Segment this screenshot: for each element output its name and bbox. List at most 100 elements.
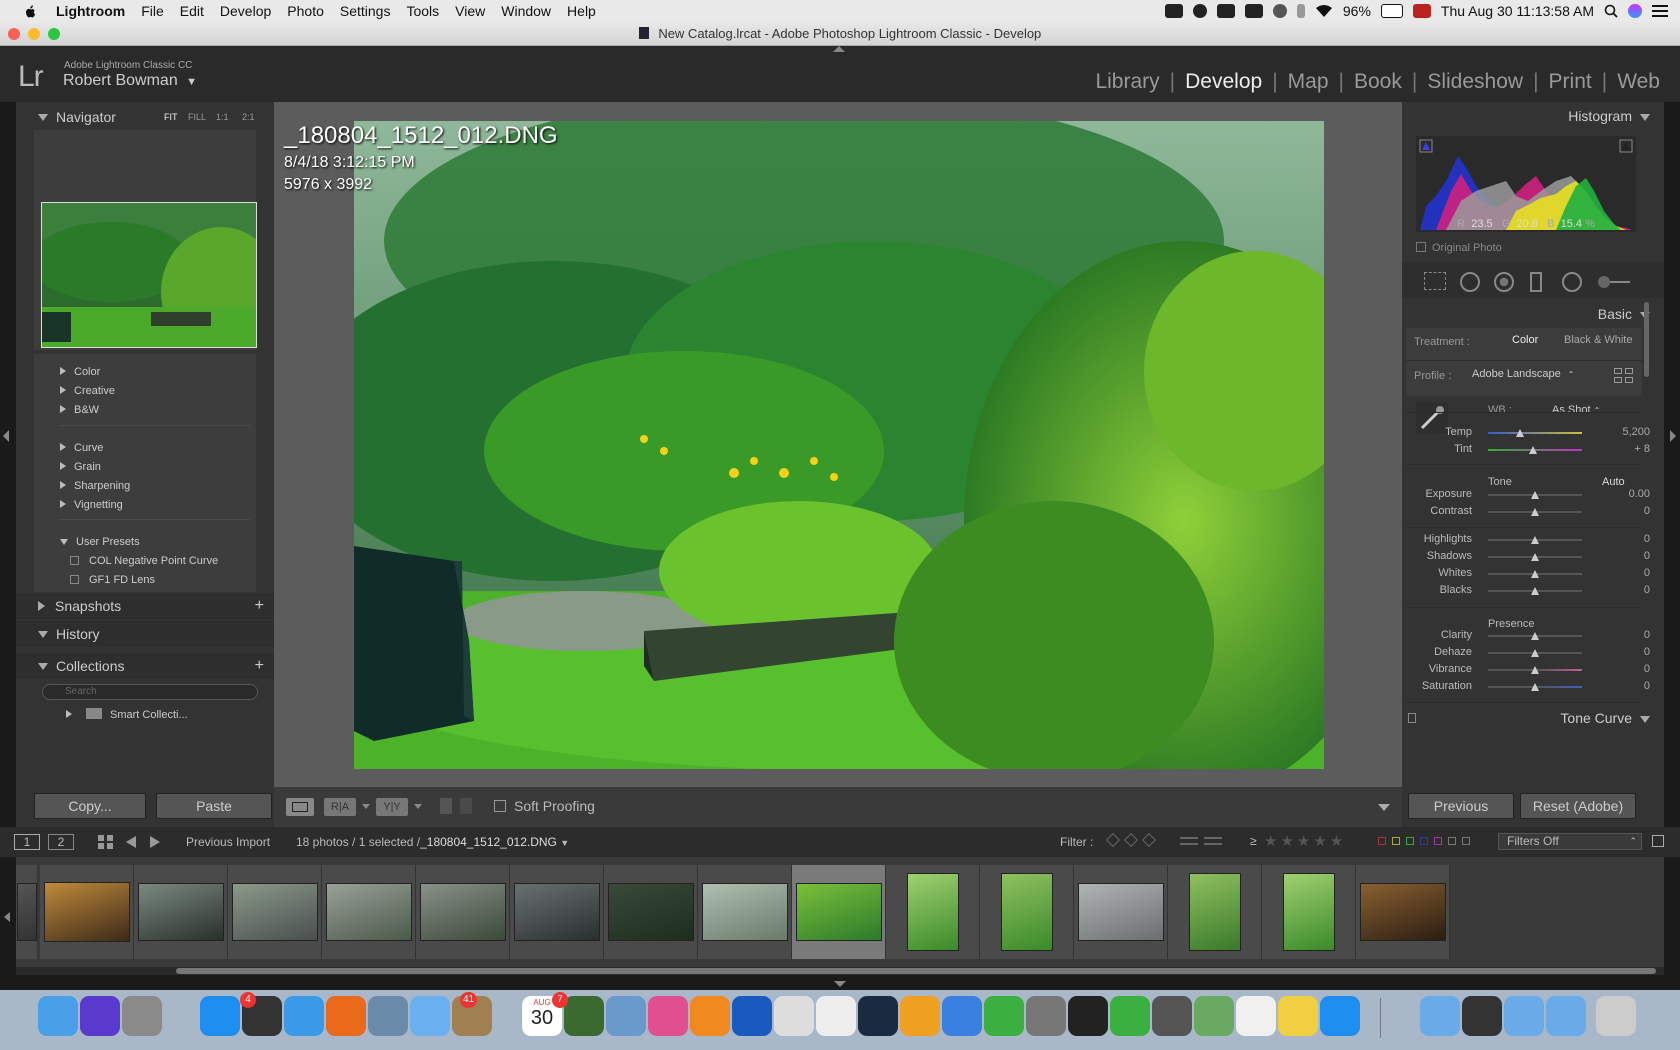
menu-view[interactable]: View	[447, 0, 493, 22]
mail-icon[interactable]	[368, 996, 408, 1036]
loupe-view-button[interactable]	[286, 798, 314, 816]
maps-icon[interactable]	[1194, 996, 1234, 1036]
app-store-icon[interactable]	[200, 996, 240, 1036]
collections-header[interactable]: Collections +	[16, 653, 274, 679]
module-print[interactable]: Print	[1539, 70, 1602, 94]
color-label-filter-icons[interactable]	[1378, 837, 1478, 847]
filmstrip-cell[interactable]	[1168, 865, 1262, 959]
filmstrip-left-toggle-icon[interactable]	[4, 912, 10, 922]
bottom-panel-toggle-icon[interactable]	[834, 981, 846, 987]
copy-settings-button[interactable]: Copy...	[34, 793, 146, 819]
forward-arrow-icon[interactable]	[150, 836, 160, 848]
filmstrip-thumbnail[interactable]	[1283, 873, 1335, 951]
treatment-color-button[interactable]: Color	[1512, 334, 1538, 346]
chevron-down-icon[interactable]	[362, 804, 370, 809]
module-map[interactable]: Map	[1278, 70, 1339, 94]
filmstrip-thumbnail[interactable]	[1078, 883, 1164, 941]
zoom-fill[interactable]: FILL	[188, 104, 206, 130]
user-name[interactable]: Robert Bowman ▼	[63, 72, 197, 90]
menu-edit[interactable]: Edit	[172, 0, 212, 22]
filmstrip-cell[interactable]	[1074, 865, 1168, 959]
slider-value-tint[interactable]: + 8	[1634, 443, 1650, 455]
preset-group-bw[interactable]: B&W	[60, 404, 99, 416]
main-window-button[interactable]: 1	[14, 834, 40, 850]
main-photo[interactable]	[354, 121, 1324, 769]
filmstrip-cell[interactable]	[698, 865, 792, 959]
filmstrip-scrollbar[interactable]	[16, 967, 1664, 975]
filmstrip-cell[interactable]	[16, 865, 38, 959]
slider-value-highlights[interactable]: 0	[1644, 533, 1650, 545]
info-icon[interactable]	[1192, 4, 1207, 18]
profile-select[interactable]: Adobe Landscape ⌃	[1472, 368, 1574, 380]
back-arrow-icon[interactable]	[126, 836, 136, 848]
documents-folder-icon[interactable]	[1504, 996, 1544, 1036]
navigator-header[interactable]: Navigator FIT FILL 1:1 2:1	[16, 104, 274, 130]
scrollbar-thumb[interactable]	[176, 968, 1656, 974]
itunes-icon[interactable]	[648, 996, 688, 1036]
ibooks-icon[interactable]	[690, 996, 730, 1036]
slider-value-shadows[interactable]: 0	[1644, 550, 1650, 562]
filmstrip-cell[interactable]	[416, 865, 510, 959]
reset-button[interactable]: Reset (Adobe)	[1520, 793, 1636, 819]
filmstrip-thumbnail[interactable]	[420, 883, 506, 941]
calculator-icon[interactable]	[1152, 996, 1192, 1036]
lightroom-icon[interactable]	[858, 996, 898, 1036]
filmstrip-thumbnail[interactable]	[608, 883, 694, 941]
grid-view-icon[interactable]	[98, 835, 114, 849]
filmstrip-thumbnail[interactable]	[138, 883, 224, 941]
stickies-icon[interactable]	[1278, 996, 1318, 1036]
menu-photo[interactable]: Photo	[279, 0, 332, 22]
radial-filter-icon[interactable]	[1562, 272, 1582, 292]
treatment-bw-button[interactable]: Black & White	[1564, 334, 1632, 346]
p-app-icon[interactable]	[1244, 4, 1263, 18]
filmstrip-cell[interactable]	[134, 865, 228, 959]
preset-item[interactable]: GF1 FD Lens	[70, 574, 155, 586]
tone-curve-header[interactable]: Tone Curve	[1560, 710, 1650, 726]
edit-filter-icons[interactable]	[1180, 835, 1224, 849]
collections-search-input[interactable]: Search	[42, 684, 258, 700]
activity-monitor-icon[interactable]	[1068, 996, 1108, 1036]
rating-operator[interactable]: ≥	[1250, 834, 1257, 848]
preview-icon[interactable]	[606, 996, 646, 1036]
source-label[interactable]: Previous Import	[186, 835, 270, 849]
pages-icon[interactable]	[900, 996, 940, 1036]
toolbar-options-icon[interactable]	[1378, 804, 1390, 811]
spot-removal-icon[interactable]	[1460, 272, 1480, 292]
paste-settings-button[interactable]: Paste	[156, 793, 272, 819]
menu-file[interactable]: File	[133, 0, 172, 22]
preset-group-color[interactable]: Color	[60, 366, 100, 378]
soft-proofing-checkbox[interactable]	[494, 800, 506, 812]
module-develop[interactable]: Develop	[1175, 70, 1272, 94]
preset-group-vignetting[interactable]: Vignetting	[60, 499, 123, 511]
basic-header[interactable]: Basic	[1598, 306, 1650, 322]
filmstrip-count[interactable]: 18 photos / 1 selected /_180804_1512_012…	[296, 835, 569, 849]
firefox-icon[interactable]	[326, 996, 366, 1036]
slider-handle-saturation[interactable]	[1531, 683, 1539, 691]
launchpad-icon[interactable]	[122, 996, 162, 1036]
finder-icon[interactable]	[38, 996, 78, 1036]
slider-value-clarity[interactable]: 0	[1644, 629, 1650, 641]
battery-icon[interactable]	[1380, 4, 1403, 18]
menu-develop[interactable]: Develop	[212, 0, 279, 22]
slider-value-dehaze[interactable]: 0	[1644, 646, 1650, 658]
filters-select[interactable]: Filters Off ⌃	[1498, 833, 1642, 850]
previous-button[interactable]: Previous	[1408, 793, 1514, 819]
textedit2-icon[interactable]	[1236, 996, 1276, 1036]
apple-icon[interactable]	[20, 3, 40, 19]
preset-group-creative[interactable]: Creative	[60, 385, 115, 397]
system-prefs-icon[interactable]	[1026, 996, 1066, 1036]
textedit-icon[interactable]	[774, 996, 814, 1036]
module-slideshow[interactable]: Slideshow	[1417, 70, 1533, 94]
flag-reject-icon[interactable]	[460, 798, 472, 814]
photos-icon[interactable]	[816, 996, 856, 1036]
slider-handle-blacks[interactable]	[1531, 587, 1539, 595]
filmstrip-cell[interactable]	[322, 865, 416, 959]
preset-group-user-presets[interactable]: User Presets	[60, 536, 140, 548]
slider-value-whites[interactable]: 0	[1644, 567, 1650, 579]
preset-item[interactable]: COL Negative Point Curve	[70, 555, 218, 567]
rating-stars-icon[interactable]: ★★★★★	[1264, 832, 1346, 850]
keynote-icon[interactable]	[942, 996, 982, 1036]
quicktime-icon[interactable]	[732, 996, 772, 1036]
slider-value-temp[interactable]: 5,200	[1622, 426, 1650, 438]
slider-handle-dehaze[interactable]	[1531, 649, 1539, 657]
